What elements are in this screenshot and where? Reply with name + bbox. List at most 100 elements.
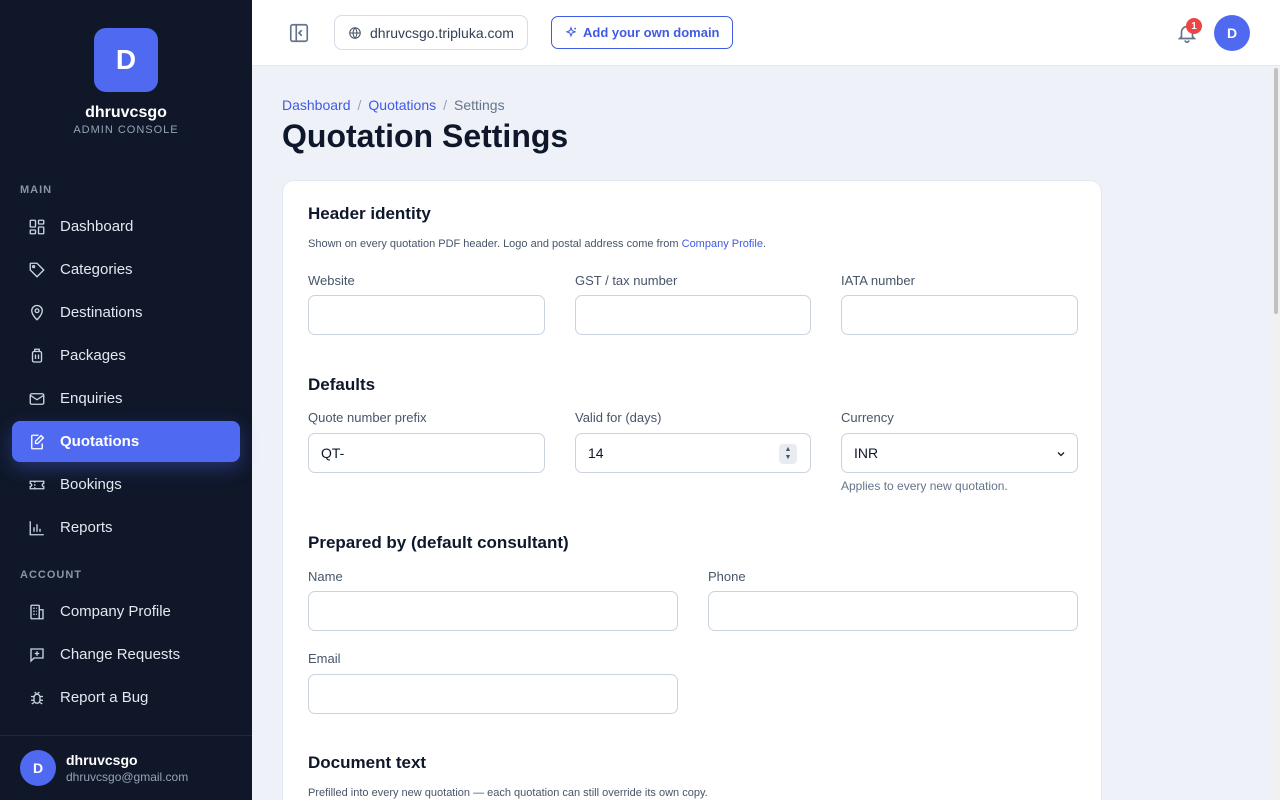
currency-label: Currency bbox=[841, 410, 894, 425]
sidebar-item-bookings[interactable]: Bookings bbox=[12, 464, 240, 505]
sidebar-item-company-profile[interactable]: Company Profile bbox=[12, 591, 240, 632]
topbar: dhruvcsgo.tripluka.com Add your own doma… bbox=[252, 0, 1280, 66]
gst-label: GST / tax number bbox=[575, 273, 678, 288]
chevron-up-icon[interactable]: ▲ bbox=[785, 446, 792, 454]
building-icon bbox=[28, 603, 46, 621]
message-plus-icon bbox=[28, 646, 46, 664]
brand-subtitle: ADMIN CONSOLE bbox=[73, 124, 179, 136]
add-domain-button[interactable]: Add your own domain bbox=[551, 16, 733, 49]
map-pin-icon bbox=[28, 304, 46, 322]
sidebar-toggle-icon[interactable] bbox=[288, 22, 310, 44]
number-stepper[interactable]: ▲ ▼ bbox=[779, 444, 797, 464]
mail-icon bbox=[28, 390, 46, 408]
domain-pill[interactable]: dhruvcsgo.tripluka.com bbox=[334, 15, 528, 50]
sidebar-item-categories[interactable]: Categories bbox=[12, 249, 240, 290]
domain-text: dhruvcsgo.tripluka.com bbox=[370, 24, 514, 41]
sidebar-item-report-a-bug[interactable]: Report a Bug bbox=[12, 677, 240, 718]
section-label-main: MAIN bbox=[20, 184, 53, 196]
brand: D dhruvcsgo ADMIN CONSOLE bbox=[0, 28, 252, 136]
iata-input[interactable] bbox=[841, 295, 1078, 335]
breadcrumb-separator: / bbox=[443, 97, 447, 113]
sidebar-user[interactable]: D dhruvcsgo dhruvcsgo@gmail.com bbox=[0, 735, 252, 800]
sidebar-item-label: Packages bbox=[60, 347, 126, 364]
add-domain-label: Add your own domain bbox=[583, 25, 720, 40]
account-nav: Company Profile Change Requests Report a… bbox=[12, 591, 240, 720]
currency-hint: Applies to every new quotation. bbox=[841, 479, 1008, 493]
currency-select[interactable]: INR bbox=[841, 433, 1078, 473]
edit-document-icon bbox=[28, 433, 46, 451]
iata-label: IATA number bbox=[841, 273, 915, 288]
company-profile-link[interactable]: Company Profile bbox=[682, 238, 763, 250]
sidebar-item-reports[interactable]: Reports bbox=[12, 507, 240, 548]
grid-icon bbox=[28, 218, 46, 236]
currency-value: INR bbox=[854, 445, 879, 461]
brand-logo[interactable]: D bbox=[94, 28, 158, 92]
header-identity-help: Shown on every quotation PDF header. Log… bbox=[308, 238, 766, 250]
sparkle-icon bbox=[565, 25, 577, 37]
phone-input[interactable] bbox=[708, 591, 1078, 631]
sidebar-item-label: Reports bbox=[60, 519, 113, 536]
sidebar-item-label: Change Requests bbox=[60, 646, 181, 663]
ticket-icon bbox=[28, 476, 46, 494]
valid-days-label: Valid for (days) bbox=[575, 410, 662, 425]
prepared-by-title: Prepared by (default consultant) bbox=[308, 533, 569, 552]
gst-input[interactable] bbox=[575, 295, 811, 335]
prefix-label: Quote number prefix bbox=[308, 410, 427, 425]
sidebar-user-email: dhruvcsgo@gmail.com bbox=[66, 770, 189, 784]
valid-days-input[interactable]: 14 ▲ ▼ bbox=[575, 433, 811, 473]
breadcrumb-separator: / bbox=[357, 97, 362, 113]
sidebar-item-dashboard[interactable]: Dashboard bbox=[12, 206, 240, 247]
chevron-down-icon[interactable]: ▼ bbox=[785, 454, 792, 462]
phone-label: Phone bbox=[708, 569, 746, 584]
tag-icon bbox=[28, 261, 46, 279]
main-nav: Dashboard Categories Destinations Packag… bbox=[12, 206, 240, 550]
header-identity-title: Header identity bbox=[308, 204, 431, 223]
document-text-help: Prefilled into every new quotation — eac… bbox=[308, 787, 708, 799]
document-text-title: Document text bbox=[308, 753, 427, 772]
sidebar-item-packages[interactable]: Packages bbox=[12, 335, 240, 376]
email-label: Email bbox=[308, 651, 341, 666]
name-label: Name bbox=[308, 569, 343, 584]
sidebar-item-change-requests[interactable]: Change Requests bbox=[12, 634, 240, 675]
breadcrumb-settings: Settings bbox=[454, 97, 505, 113]
section-label-account: ACCOUNT bbox=[20, 569, 82, 581]
website-input[interactable] bbox=[308, 295, 545, 335]
sidebar-item-label: Quotations bbox=[60, 433, 140, 450]
help-text: Shown on every quotation PDF header. Log… bbox=[308, 238, 682, 250]
breadcrumb: Dashboard / Quotations / Settings bbox=[282, 97, 505, 113]
name-input[interactable] bbox=[308, 591, 678, 631]
website-label: Website bbox=[308, 273, 355, 288]
avatar[interactable]: D bbox=[1214, 15, 1250, 51]
settings-card: Header identity Shown on every quotation… bbox=[282, 180, 1102, 800]
sidebar-item-label: Categories bbox=[60, 261, 133, 278]
avatar: D bbox=[20, 750, 56, 786]
help-text-suffix: . bbox=[762, 238, 767, 250]
bug-icon bbox=[28, 689, 46, 707]
globe-icon bbox=[349, 26, 361, 39]
scrollbar-thumb[interactable] bbox=[1274, 68, 1278, 314]
sidebar-item-label: Company Profile bbox=[60, 603, 171, 620]
sidebar-item-label: Bookings bbox=[60, 476, 122, 493]
sidebar-user-info: dhruvcsgo dhruvcsgo@gmail.com bbox=[66, 752, 188, 784]
breadcrumb-quotations[interactable]: Quotations bbox=[368, 97, 436, 113]
defaults-title: Defaults bbox=[308, 375, 376, 394]
sidebar-user-name: dhruvcsgo bbox=[66, 752, 138, 768]
prefix-input[interactable]: QT- bbox=[308, 433, 545, 473]
breadcrumb-dashboard[interactable]: Dashboard bbox=[282, 97, 351, 113]
brand-name: dhruvcsgo bbox=[85, 104, 167, 121]
page-title: Quotation Settings bbox=[282, 118, 569, 154]
sidebar: D dhruvcsgo ADMIN CONSOLE MAIN Dashboard… bbox=[0, 0, 252, 800]
luggage-icon bbox=[28, 347, 46, 365]
sidebar-item-label: Enquiries bbox=[60, 390, 123, 407]
bar-chart-icon bbox=[28, 519, 46, 537]
chevron-down-icon bbox=[1057, 452, 1065, 457]
notification-badge: 1 bbox=[1186, 18, 1202, 34]
sidebar-item-enquiries[interactable]: Enquiries bbox=[12, 378, 240, 419]
sidebar-item-quotations[interactable]: Quotations bbox=[12, 421, 240, 462]
sidebar-item-destinations[interactable]: Destinations bbox=[12, 292, 240, 333]
valid-days-value: 14 bbox=[588, 445, 604, 461]
email-input[interactable] bbox=[308, 674, 678, 714]
sidebar-item-label: Destinations bbox=[60, 304, 143, 321]
sidebar-item-label: Report a Bug bbox=[60, 689, 149, 706]
sidebar-item-label: Dashboard bbox=[60, 218, 134, 235]
